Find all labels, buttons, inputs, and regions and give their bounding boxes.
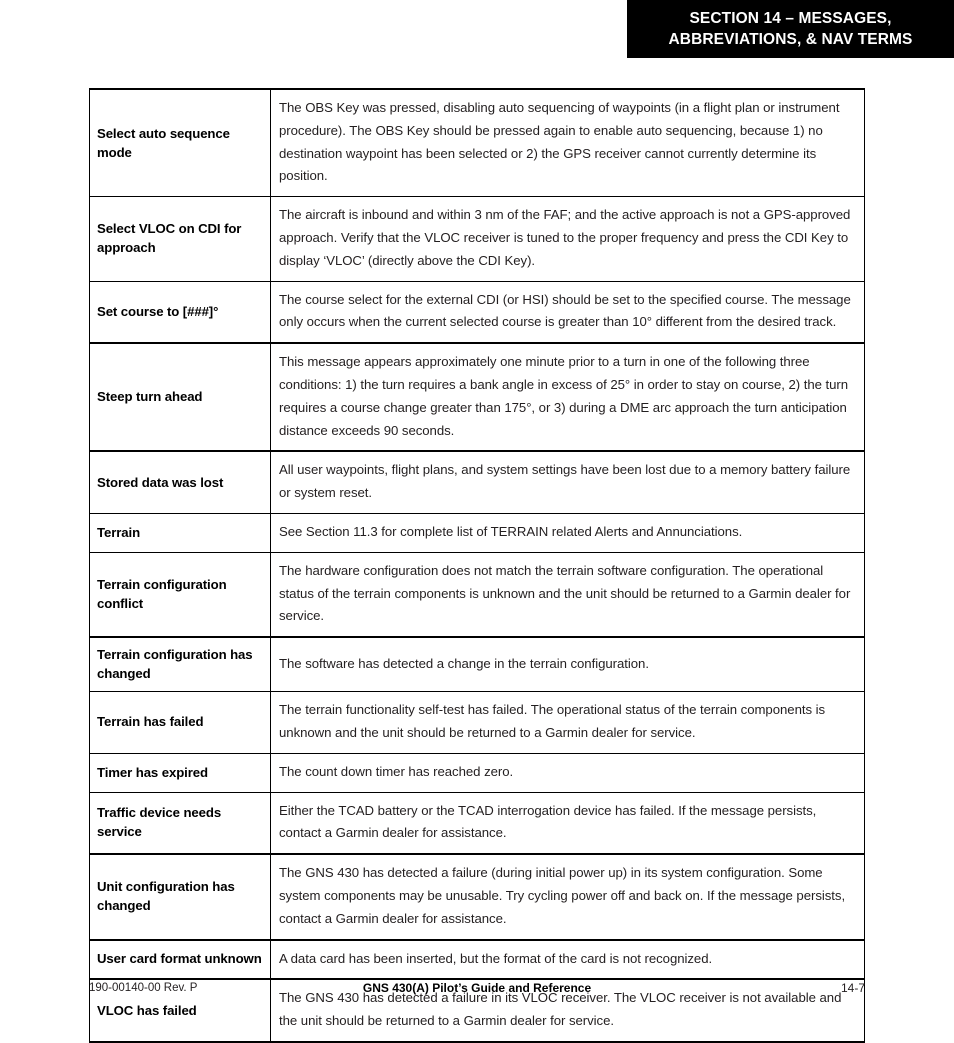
message-description-cell: This message appears approximately one m…	[270, 342, 865, 452]
message-description-cell: The hardware configuration does not matc…	[270, 551, 865, 638]
message-description-cell: A data card has been inserted, but the f…	[270, 938, 865, 980]
table-row: Select VLOC on CDI for approach The airc…	[89, 196, 865, 282]
message-name-cell: Terrain configuration has changed	[89, 636, 271, 693]
footer-document-title: GNS 430(A) Pilot’s Guide and Reference	[362, 981, 592, 995]
message-name-cell: Unit configuration has changed	[89, 853, 271, 941]
message-description-cell: The software has detected a change in th…	[270, 636, 865, 693]
table-row: Set course to [###]° The course select f…	[89, 280, 865, 344]
message-description-cell: Either the TCAD battery or the TCAD inte…	[270, 791, 865, 855]
message-name-cell: Terrain	[89, 512, 271, 553]
table-row: Terrain See Section 11.3 for complete li…	[89, 512, 865, 553]
message-description-cell: The count down timer has reached zero.	[270, 752, 865, 793]
message-name-cell: Timer has expired	[89, 752, 271, 793]
message-name-cell: Select VLOC on CDI for approach	[89, 196, 271, 282]
message-description-cell: The GNS 430 has detected a failure (duri…	[270, 853, 865, 941]
messages-table: Select auto sequence mode The OBS Key wa…	[89, 88, 865, 1043]
table-row: Traffic device needs service Either the …	[89, 791, 865, 855]
message-description-cell: The OBS Key was pressed, disabling auto …	[270, 88, 865, 198]
message-name-cell: Terrain configuration conflict	[89, 551, 271, 638]
table-row: Select auto sequence mode The OBS Key wa…	[89, 88, 865, 198]
table-row: Terrain configuration conflict The hardw…	[89, 551, 865, 638]
message-name-cell: Stored data was lost	[89, 450, 271, 514]
message-description-cell: The course select for the external CDI (…	[270, 280, 865, 344]
page-footer: 190-00140-00 Rev. P GNS 430(A) Pilot’s G…	[89, 977, 865, 999]
message-name-cell: User card format unknown	[89, 938, 271, 980]
table-row: Terrain configuration has changed The so…	[89, 636, 865, 693]
table-row: Stored data was lost All user waypoints,…	[89, 450, 865, 514]
table-row: Unit configuration has changed The GNS 4…	[89, 853, 865, 941]
table-row: Timer has expired The count down timer h…	[89, 752, 865, 793]
table-row: Terrain has failed The terrain functiona…	[89, 691, 865, 754]
section-header-line-2: ABBREVIATIONS, & NAV TERMS	[668, 31, 913, 48]
message-name-cell: Set course to [###]°	[89, 280, 271, 344]
message-name-cell: Steep turn ahead	[89, 342, 271, 452]
message-description-cell: The aircraft is inbound and within 3 nm …	[270, 196, 865, 282]
section-header-banner: SECTION 14 – MESSAGES, ABBREVIATIONS, & …	[627, 0, 954, 58]
section-header-line-1: SECTION 14 – MESSAGES,	[689, 10, 892, 27]
footer-page-number: 14-7	[840, 981, 865, 995]
message-description-cell: The terrain functionality self-test has …	[270, 691, 865, 754]
table-row: Steep turn ahead This message appears ap…	[89, 342, 865, 452]
messages-table-body: Select auto sequence mode The OBS Key wa…	[89, 88, 865, 1043]
message-name-cell: Select auto sequence mode	[89, 88, 271, 198]
message-name-cell: Terrain has failed	[89, 691, 271, 754]
message-description-cell: See Section 11.3 for complete list of TE…	[270, 512, 865, 553]
message-name-cell: Traffic device needs service	[89, 791, 271, 855]
table-row: User card format unknown A data card has…	[89, 938, 865, 980]
message-description-cell: All user waypoints, flight plans, and sy…	[270, 450, 865, 514]
